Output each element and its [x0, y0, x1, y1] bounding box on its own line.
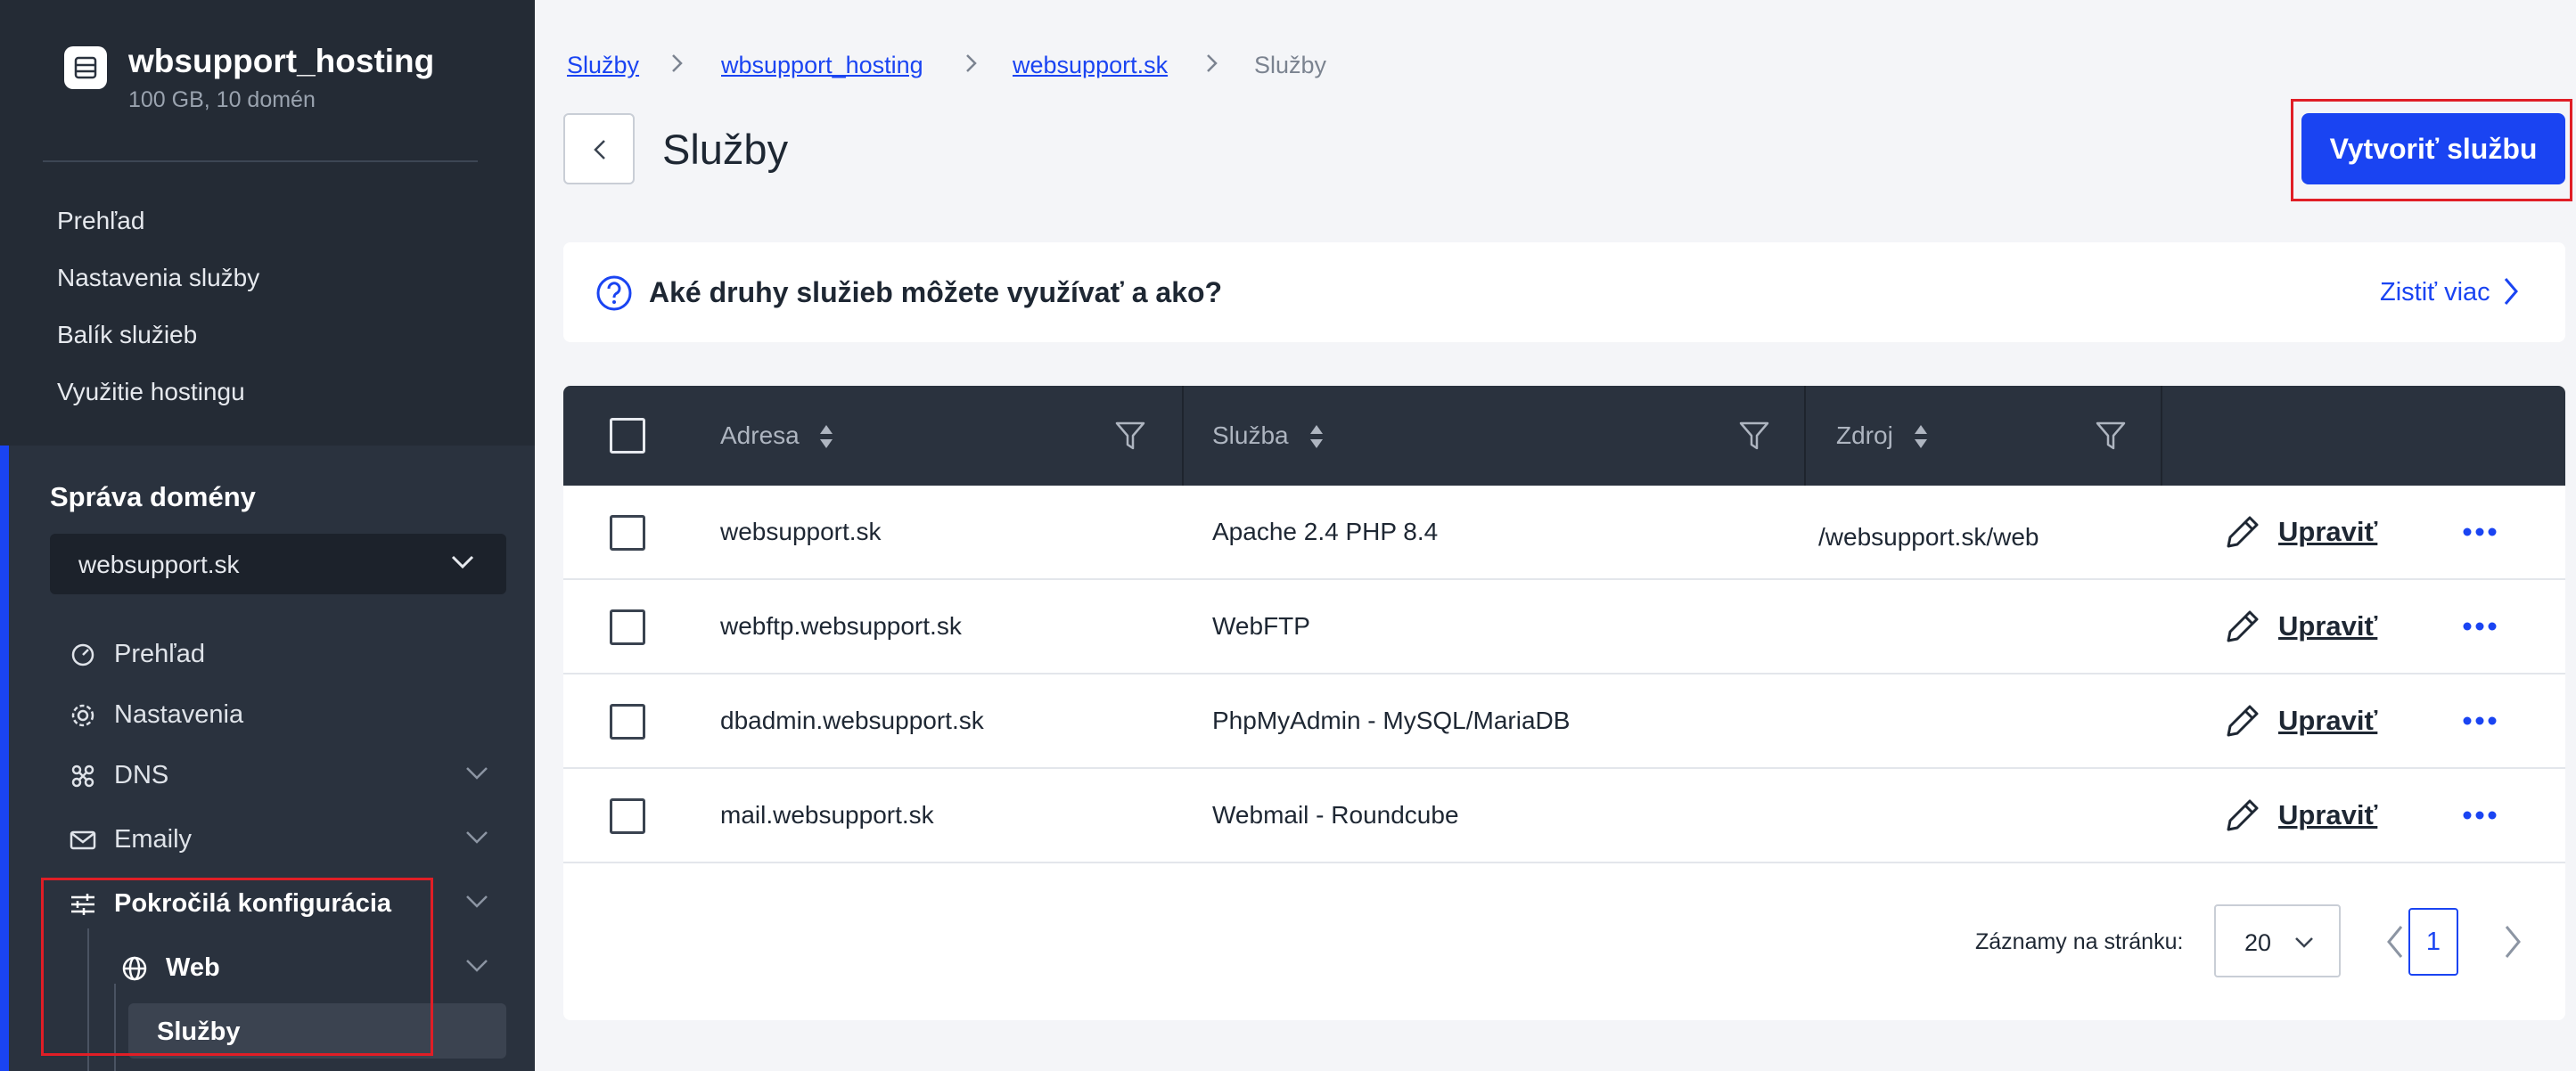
- column-divider: [2161, 386, 2162, 486]
- breadcrumb-current: Služby: [1254, 52, 1327, 78]
- cell-service: Apache 2.4 PHP 8.4: [1212, 518, 1439, 545]
- edit-link[interactable]: Upraviť: [2278, 799, 2377, 831]
- page-title: Služby: [662, 126, 789, 173]
- more-options-icon[interactable]: [2462, 621, 2498, 632]
- cell-service: PhpMyAdmin - MySQL/MariaDB: [1212, 707, 1571, 734]
- more-options-icon[interactable]: [2462, 527, 2498, 537]
- select-all-checkbox[interactable]: [610, 418, 645, 454]
- learn-more-link[interactable]: Zistiť viac: [2380, 278, 2490, 307]
- sidebar-item-settings[interactable]: Nastavenia: [70, 697, 497, 732]
- sort-icon[interactable]: [818, 423, 834, 450]
- sidebar-item-domain-overview[interactable]: Prehľad: [70, 636, 497, 672]
- row-checkbox[interactable]: [610, 515, 645, 551]
- next-page-icon[interactable]: [2503, 924, 2523, 960]
- row-checkbox[interactable]: [610, 609, 645, 645]
- sidebar-item-dns[interactable]: DNS: [70, 757, 497, 793]
- cell-service: Webmail - Roundcube: [1212, 801, 1459, 829]
- column-header-source[interactable]: Zdroj: [1836, 421, 1893, 450]
- pencil-icon[interactable]: [2223, 796, 2262, 835]
- row-checkbox[interactable]: [610, 798, 645, 834]
- sidebar-item-label: Nastavenia: [114, 700, 244, 729]
- sidebar-divider: [43, 160, 478, 162]
- chevron-right-icon: [1207, 54, 1218, 72]
- highlight-box: [2291, 99, 2572, 201]
- chevron-down-icon: [466, 895, 488, 908]
- chevron-right-icon[interactable]: [2503, 276, 2519, 307]
- chevron-right-icon: [672, 54, 683, 72]
- filter-icon[interactable]: [2095, 420, 2127, 452]
- cell-source: /websupport.sk/web: [1818, 523, 2039, 551]
- table-header: Adresa Služba Zdroj: [563, 386, 2565, 486]
- prev-page-icon[interactable]: [2385, 924, 2405, 960]
- sidebar-item-label: Emaily: [114, 825, 193, 854]
- column-divider: [1182, 386, 1184, 486]
- column-header-service[interactable]: Služba: [1212, 421, 1289, 450]
- highlight-box: [41, 878, 433, 1056]
- cell-address: webftp.websupport.sk: [720, 612, 962, 640]
- sidebar: wbsupport_hosting 100 GB, 10 domén Prehľ…: [0, 0, 535, 1071]
- edit-link[interactable]: Upraviť: [2278, 705, 2377, 737]
- rows-per-page-label: Záznamy na stránku:: [1975, 929, 2184, 954]
- pencil-icon[interactable]: [2223, 701, 2262, 740]
- server-icon: [64, 46, 107, 89]
- hosting-subtitle: 100 GB, 10 domén: [128, 87, 316, 112]
- sidebar-item-service-settings[interactable]: Nastavenia služby: [57, 264, 259, 292]
- info-card: Aké druhy služieb môžete využívať a ako?…: [563, 242, 2565, 342]
- sidebar-item-label: Prehľad: [114, 640, 205, 668]
- chevron-down-icon: [466, 831, 488, 844]
- question-icon: [596, 275, 632, 311]
- more-options-icon[interactable]: [2462, 715, 2498, 726]
- domain-select-value: websupport.sk: [78, 551, 240, 578]
- pencil-icon[interactable]: [2223, 607, 2262, 646]
- sidebar-hosting-section: wbsupport_hosting 100 GB, 10 domén Prehľ…: [0, 0, 535, 446]
- chevron-right-icon: [966, 54, 977, 72]
- filter-icon[interactable]: [1114, 420, 1146, 452]
- domain-select[interactable]: websupport.sk: [50, 534, 506, 594]
- cell-address: dbadmin.websupport.sk: [720, 707, 984, 734]
- cell-address: mail.websupport.sk: [720, 801, 934, 829]
- sidebar-item-hosting-usage[interactable]: Využitie hostingu: [57, 378, 245, 406]
- chevron-down-icon: [2295, 937, 2313, 948]
- table-row: mail.websupport.sk Webmail - Roundcube U…: [563, 769, 2565, 863]
- cell-address: websupport.sk: [720, 518, 882, 545]
- row-checkbox[interactable]: [610, 704, 645, 740]
- mail-icon: [70, 830, 96, 850]
- rows-per-page-value: 20: [2244, 929, 2272, 956]
- table-row: webftp.websupport.sk WebFTP Upraviť: [563, 580, 2565, 674]
- gear-icon: [71, 704, 94, 727]
- sidebar-item-emails[interactable]: Emaily: [70, 822, 497, 857]
- gauge-icon: [71, 643, 94, 666]
- sidebar-item-overview[interactable]: Prehľad: [57, 207, 144, 235]
- domain-section-heading: Správa domény: [50, 481, 256, 512]
- back-button[interactable]: [563, 113, 635, 184]
- cell-service: WebFTP: [1212, 612, 1310, 640]
- filter-icon[interactable]: [1738, 420, 1770, 452]
- table-row: dbadmin.websupport.sk PhpMyAdmin - MySQL…: [563, 674, 2565, 769]
- active-section-indicator: [0, 446, 9, 1071]
- hosting-title: wbsupport_hosting: [128, 43, 435, 79]
- breadcrumb-services[interactable]: Služby: [567, 52, 639, 79]
- table-row: websupport.sk Apache 2.4 PHP 8.4 /websup…: [563, 486, 2565, 580]
- column-divider: [1804, 386, 1806, 486]
- sort-icon[interactable]: [1913, 423, 1929, 450]
- rows-per-page-select[interactable]: 20: [2214, 904, 2341, 977]
- edit-link[interactable]: Upraviť: [2278, 516, 2377, 548]
- pencil-icon[interactable]: [2223, 512, 2262, 552]
- page-number-current[interactable]: 1: [2408, 908, 2458, 976]
- sidebar-item-service-package[interactable]: Balík služieb: [57, 321, 197, 349]
- breadcrumb-hosting[interactable]: wbsupport_hosting: [721, 52, 923, 79]
- sidebar-item-label: DNS: [114, 761, 169, 789]
- chevron-down-icon: [451, 555, 474, 569]
- chevron-down-icon: [466, 960, 488, 972]
- dns-icon: [71, 764, 94, 788]
- breadcrumb-domain[interactable]: websupport.sk: [1013, 52, 1168, 79]
- column-header-address[interactable]: Adresa: [720, 421, 800, 450]
- services-table: Adresa Služba Zdroj websupport.sk Apache…: [563, 386, 2565, 1020]
- edit-link[interactable]: Upraviť: [2278, 610, 2377, 642]
- sort-icon[interactable]: [1309, 423, 1325, 450]
- more-options-icon[interactable]: [2462, 810, 2498, 821]
- chevron-left-icon: [594, 140, 605, 159]
- chevron-down-icon: [466, 767, 488, 780]
- info-text: Aké druhy služieb môžete využívať a ako?: [649, 276, 1223, 308]
